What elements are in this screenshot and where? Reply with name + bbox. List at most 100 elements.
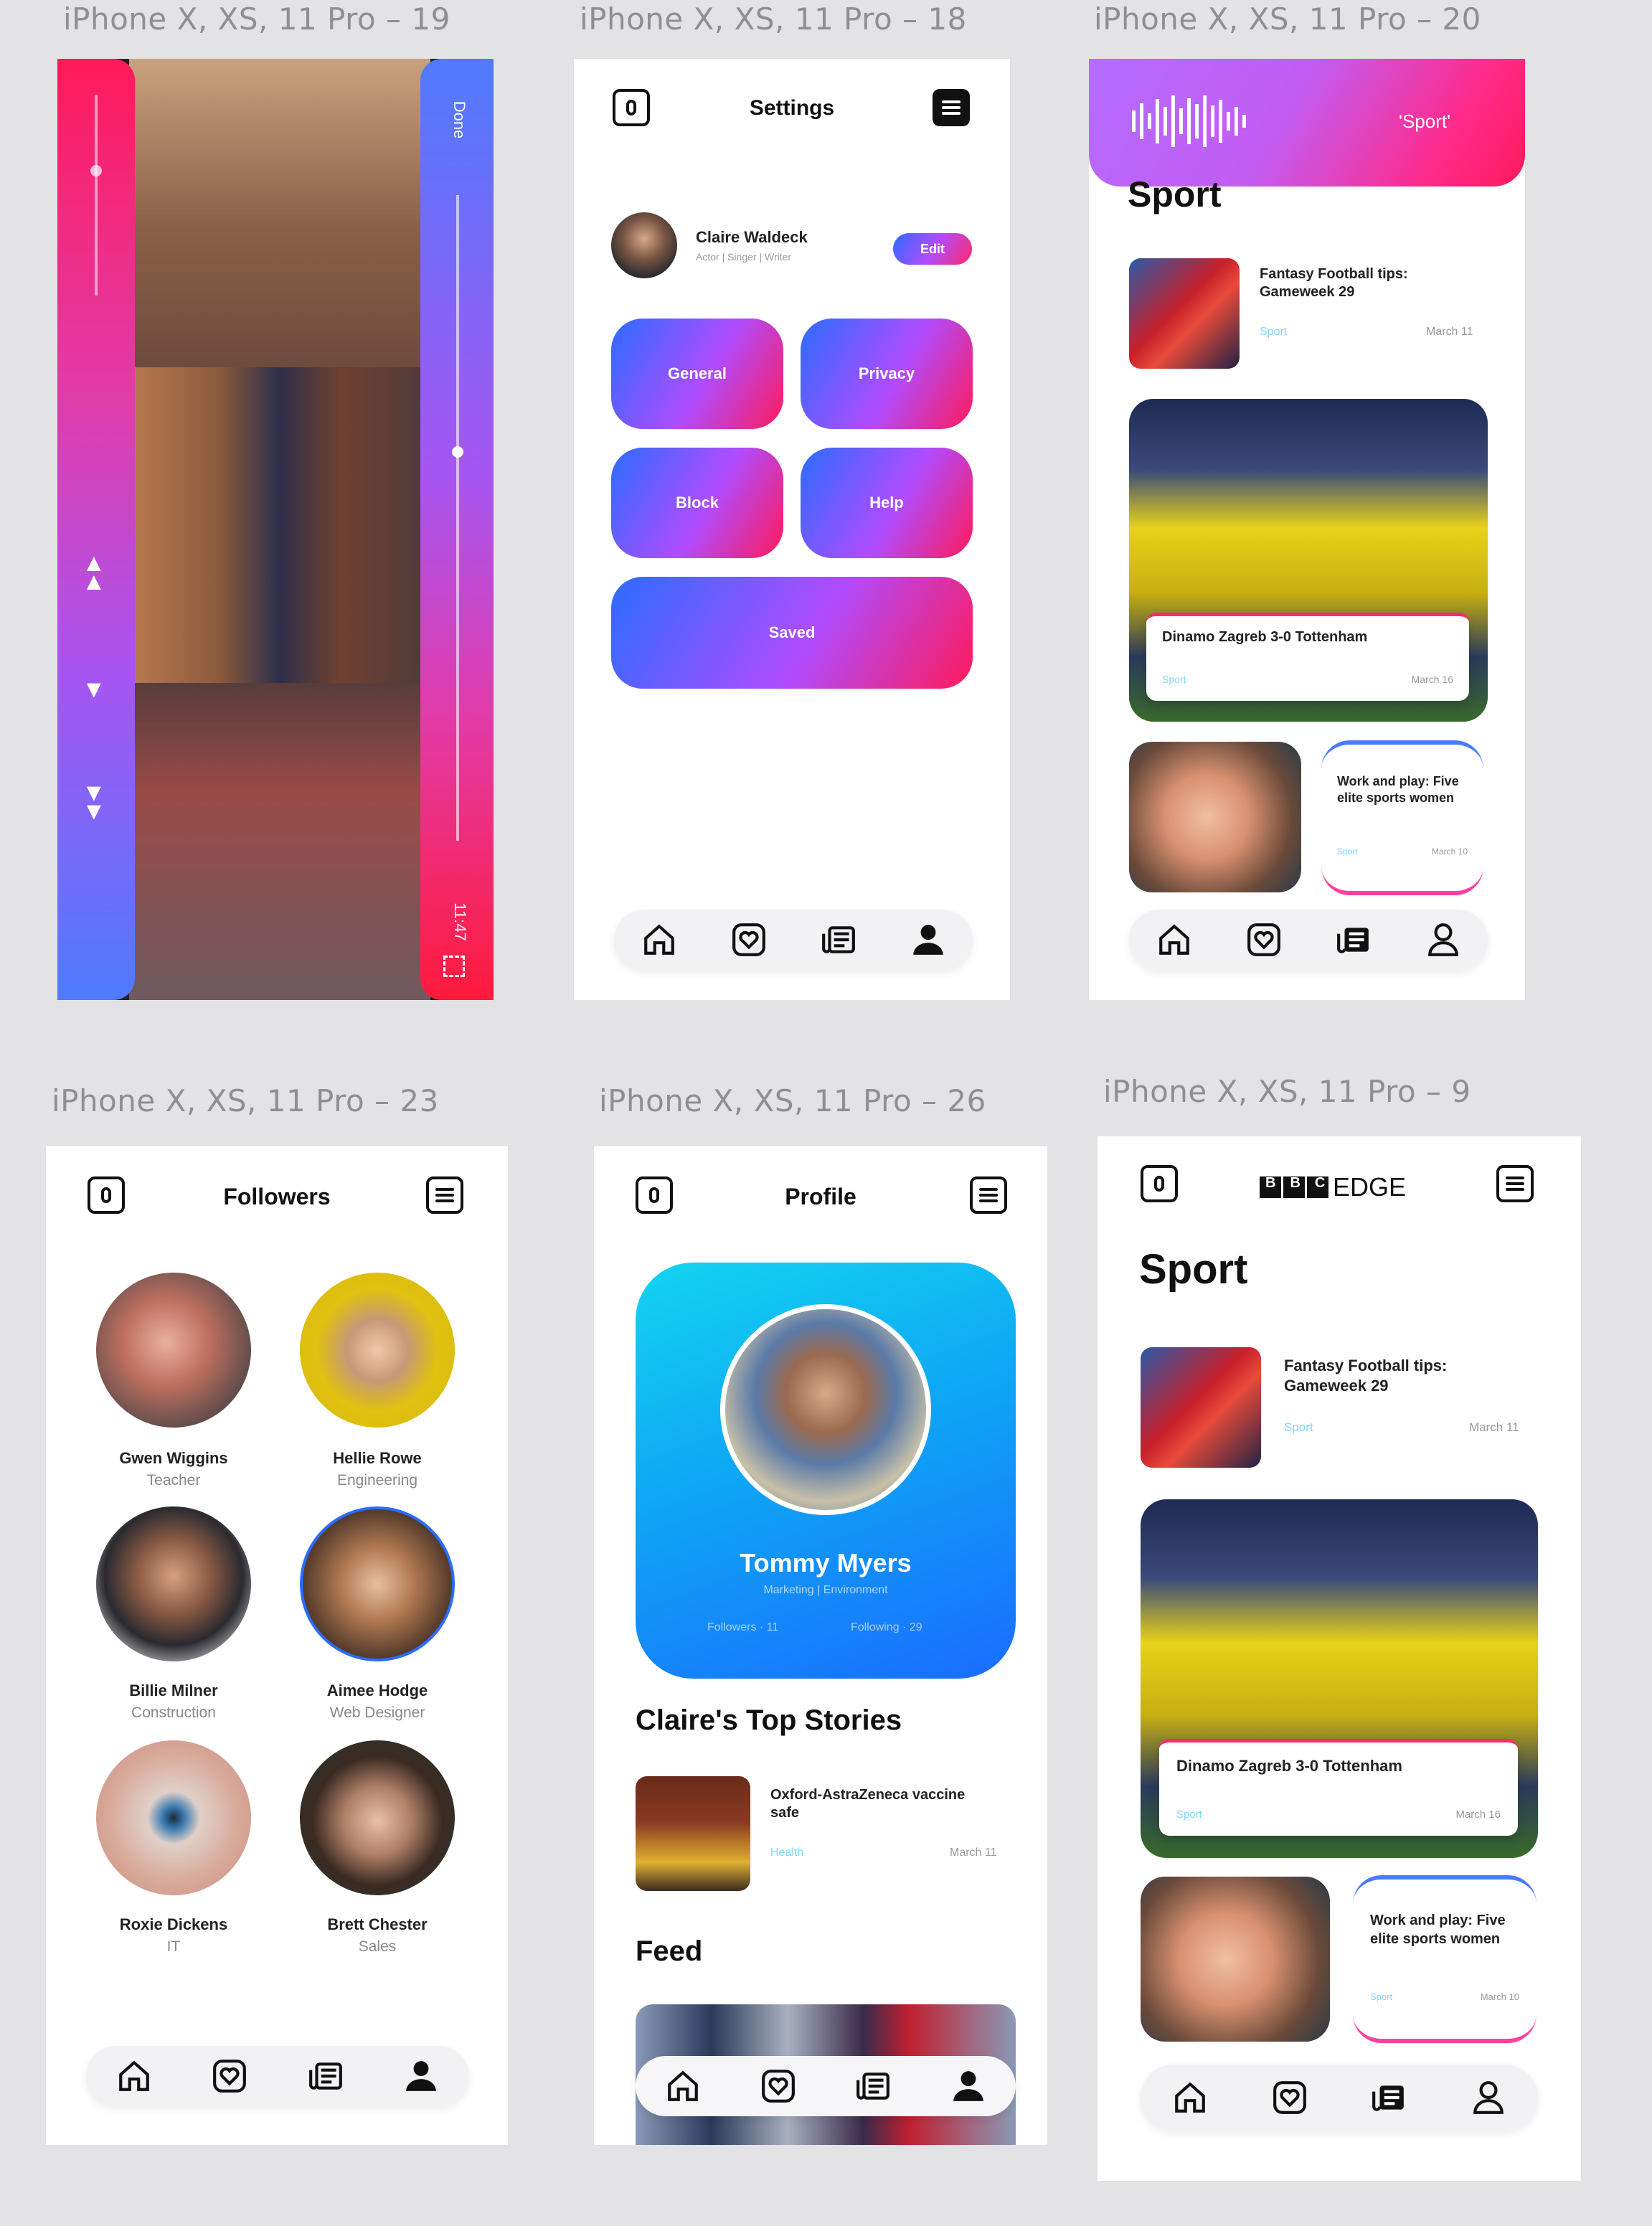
bbc-edge-sport-screen: BBC EDGE Sport Fantasy Football tips: Ga… xyxy=(1098,1136,1581,2181)
mic-icon[interactable] xyxy=(1141,1165,1178,1202)
fast-forward-icon[interactable]: ▲ ▲ xyxy=(82,551,106,594)
work-play-card[interactable]: Work and play: Five elite sports women S… xyxy=(1321,740,1483,895)
tab-bar xyxy=(636,2056,1016,2116)
volume-slider-thumb[interactable] xyxy=(90,165,102,176)
edit-label: Edit xyxy=(920,241,945,256)
heart-icon[interactable] xyxy=(209,2056,250,2096)
dinamo-headline: Dinamo Zagreb 3-0 Tottenham xyxy=(1176,1757,1402,1775)
top-story-headline[interactable]: Oxford-AstraZeneca vaccine safe xyxy=(770,1786,978,1822)
follower-avatar[interactable] xyxy=(96,1506,251,1661)
fantasy-date: March 11 xyxy=(1426,326,1473,338)
section-title: Sport xyxy=(1139,1246,1248,1293)
work-play-category: Sport xyxy=(1370,1991,1393,2002)
avatar[interactable] xyxy=(611,212,677,278)
fantasy-story-image[interactable] xyxy=(1129,258,1240,369)
fantasy-headline[interactable]: Fantasy Football tips: Gameweek 29 xyxy=(1260,265,1475,301)
work-play-date: March 10 xyxy=(1480,1991,1519,2002)
follower-name: Aimee Hodge xyxy=(326,1682,428,1699)
saved-button[interactable]: Saved xyxy=(611,577,973,689)
home-icon[interactable] xyxy=(1154,920,1194,960)
heart-icon[interactable] xyxy=(1244,920,1284,960)
heart-icon[interactable] xyxy=(758,2066,798,2106)
volume-slider-track[interactable] xyxy=(95,95,98,296)
work-play-story-image[interactable] xyxy=(1129,742,1301,892)
menu-icon[interactable] xyxy=(970,1176,1007,1214)
news-icon[interactable] xyxy=(306,2056,346,2096)
follower-name: Billie Milner xyxy=(129,1682,218,1699)
work-play-story-image[interactable] xyxy=(1141,1877,1330,2042)
home-icon[interactable] xyxy=(639,920,679,960)
follower-avatar[interactable] xyxy=(300,1273,455,1428)
sport-search-screen: 'Sport' Sport Fantasy Football tips: Gam… xyxy=(1089,59,1525,1000)
scrub-track[interactable] xyxy=(456,195,459,841)
profile-avatar[interactable] xyxy=(720,1304,931,1515)
tab-bar xyxy=(1141,2065,1538,2131)
help-label: Help xyxy=(869,494,904,511)
fantasy-story-image[interactable] xyxy=(1141,1347,1261,1468)
menu-icon[interactable] xyxy=(426,1176,463,1214)
work-play-card[interactable]: Work and play: Five elite sports women S… xyxy=(1353,1875,1537,2043)
play-icon[interactable]: ▼ xyxy=(82,676,106,704)
rewind-icon[interactable]: ▼ ▼ xyxy=(82,780,106,824)
profile-icon[interactable] xyxy=(401,2056,441,2096)
profile-name: Tommy Myers xyxy=(740,1548,912,1577)
top-story-image[interactable] xyxy=(636,1776,750,1891)
fantasy-headline[interactable]: Fantasy Football tips: Gameweek 29 xyxy=(1284,1356,1528,1395)
menu-icon[interactable] xyxy=(933,89,970,126)
profile-icon[interactable] xyxy=(908,920,948,960)
privacy-label: Privacy xyxy=(858,364,915,382)
followers-screen: Followers Gwen Wiggins Teacher Hellie Ro… xyxy=(46,1146,508,2145)
profile-icon[interactable] xyxy=(1423,920,1463,960)
voice-query: 'Sport' xyxy=(1399,110,1451,132)
bbc-logo-text: BBC xyxy=(1265,1175,1340,1191)
heart-icon[interactable] xyxy=(729,920,769,960)
home-icon[interactable] xyxy=(1170,2078,1210,2118)
artboard-label-26: iPhone X, XS, 11 Pro – 26 xyxy=(599,1083,986,1118)
follower-avatar[interactable] xyxy=(96,1273,251,1428)
block-button[interactable]: Block xyxy=(611,448,783,558)
dinamo-date: March 16 xyxy=(1411,674,1453,685)
profile-icon[interactable] xyxy=(1468,2078,1509,2118)
follower-avatar[interactable] xyxy=(300,1740,455,1895)
fantasy-date: March 11 xyxy=(1469,1420,1519,1434)
dinamo-caption-card[interactable]: Dinamo Zagreb 3-0 Tottenham Sport March … xyxy=(1146,613,1469,701)
dinamo-caption-card[interactable]: Dinamo Zagreb 3-0 Tottenham Sport March … xyxy=(1159,1739,1518,1836)
fantasy-category: Sport xyxy=(1284,1420,1313,1434)
fantasy-category: Sport xyxy=(1260,326,1288,338)
follower-role: Web Designer xyxy=(329,1704,425,1721)
following-count[interactable]: Following · 29 xyxy=(851,1621,922,1634)
artboard-label-18: iPhone X, XS, 11 Pro – 18 xyxy=(580,1,967,37)
dinamo-date: March 16 xyxy=(1455,1808,1501,1821)
tab-bar xyxy=(614,910,973,970)
saved-label: Saved xyxy=(768,623,816,641)
artboard-label-9: iPhone X, XS, 11 Pro – 9 xyxy=(1103,1074,1471,1109)
menu-icon[interactable] xyxy=(1496,1165,1534,1202)
home-icon[interactable] xyxy=(114,2056,154,2096)
heart-icon[interactable] xyxy=(1270,2078,1310,2118)
scrub-thumb[interactable] xyxy=(452,446,463,458)
work-play-category: Sport xyxy=(1337,846,1358,857)
work-play-date: March 10 xyxy=(1431,846,1468,857)
settings-screen: Settings Claire Waldeck Actor | Singer |… xyxy=(574,59,1010,1000)
follower-avatar[interactable] xyxy=(96,1740,251,1895)
news-icon[interactable] xyxy=(1369,2078,1409,2118)
follower-role: Construction xyxy=(131,1704,216,1721)
follower-name: Brett Chester xyxy=(327,1915,428,1933)
general-button[interactable]: General xyxy=(611,319,783,429)
follower-role: Sales xyxy=(358,1938,397,1955)
news-icon[interactable] xyxy=(853,2066,893,2106)
follower-avatar[interactable] xyxy=(300,1506,455,1661)
left-control-bar: ▲ ▲ ▼ ▼ ▼ xyxy=(57,59,135,1000)
news-icon[interactable] xyxy=(818,920,859,960)
fullscreen-icon[interactable] xyxy=(443,956,465,977)
help-button[interactable]: Help xyxy=(801,448,973,558)
done-button[interactable]: Done xyxy=(447,98,468,141)
block-label: Block xyxy=(676,494,719,511)
followers-count[interactable]: Followers · 11 xyxy=(707,1621,778,1634)
follower-role: Engineering xyxy=(336,1472,418,1489)
privacy-button[interactable]: Privacy xyxy=(801,319,973,429)
home-icon[interactable] xyxy=(663,2066,703,2106)
profile-icon[interactable] xyxy=(948,2066,988,2106)
news-icon[interactable] xyxy=(1334,920,1374,960)
edit-button[interactable]: Edit xyxy=(893,233,972,265)
